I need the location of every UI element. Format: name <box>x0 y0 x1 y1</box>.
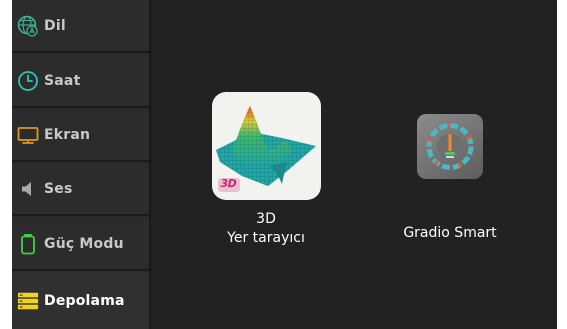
sidebar: Dil Saat Ekran Ses Güç Modu Depolama <box>12 0 151 329</box>
3d-badge: 3D <box>220 177 237 190</box>
clock-icon <box>17 70 39 92</box>
sidebar-item-depolama[interactable]: Depolama <box>12 272 149 329</box>
sidebar-item-dil[interactable]: Dil <box>12 0 149 53</box>
battery-icon <box>17 233 39 255</box>
app-label: 3D Yer tarayıcı <box>227 210 305 248</box>
sidebar-item-label: Güç Modu <box>44 235 124 252</box>
sidebar-item-label: Saat <box>44 72 81 89</box>
globe-language-icon <box>17 15 39 37</box>
speaker-icon <box>17 178 39 200</box>
sidebar-item-label: Depolama <box>44 292 125 309</box>
3d-ground-scanner-icon: 3D <box>211 92 321 200</box>
app-label-line2: Yer tarayıcı <box>227 230 305 246</box>
screen: Dil Saat Ekran Ses Güç Modu Depolama 3D … <box>12 0 557 329</box>
sidebar-item-ekran[interactable]: Ekran <box>12 109 149 162</box>
sidebar-item-label: Ekran <box>44 126 91 143</box>
sidebar-item-saat[interactable]: Saat <box>12 55 149 108</box>
app-3d-ground-scanner[interactable]: 3D 3D Yer tarayıcı <box>211 92 321 248</box>
sidebar-item-guc-modu[interactable]: Güç Modu <box>12 218 149 271</box>
sidebar-item-ses[interactable]: Ses <box>12 163 149 216</box>
app-label: Gradio Smart <box>403 225 497 241</box>
sidebar-item-label: Dil <box>44 17 66 34</box>
storage-icon <box>17 290 39 312</box>
app-grid: 3D 3D Yer tarayıcı Gradio Smart <box>151 0 557 329</box>
sidebar-item-label: Ses <box>44 180 73 197</box>
app-gradio-smart[interactable]: Gradio Smart <box>385 114 515 243</box>
monitor-icon <box>17 124 39 146</box>
app-label-line1: 3D <box>256 211 276 227</box>
gradio-smart-icon <box>417 114 483 179</box>
